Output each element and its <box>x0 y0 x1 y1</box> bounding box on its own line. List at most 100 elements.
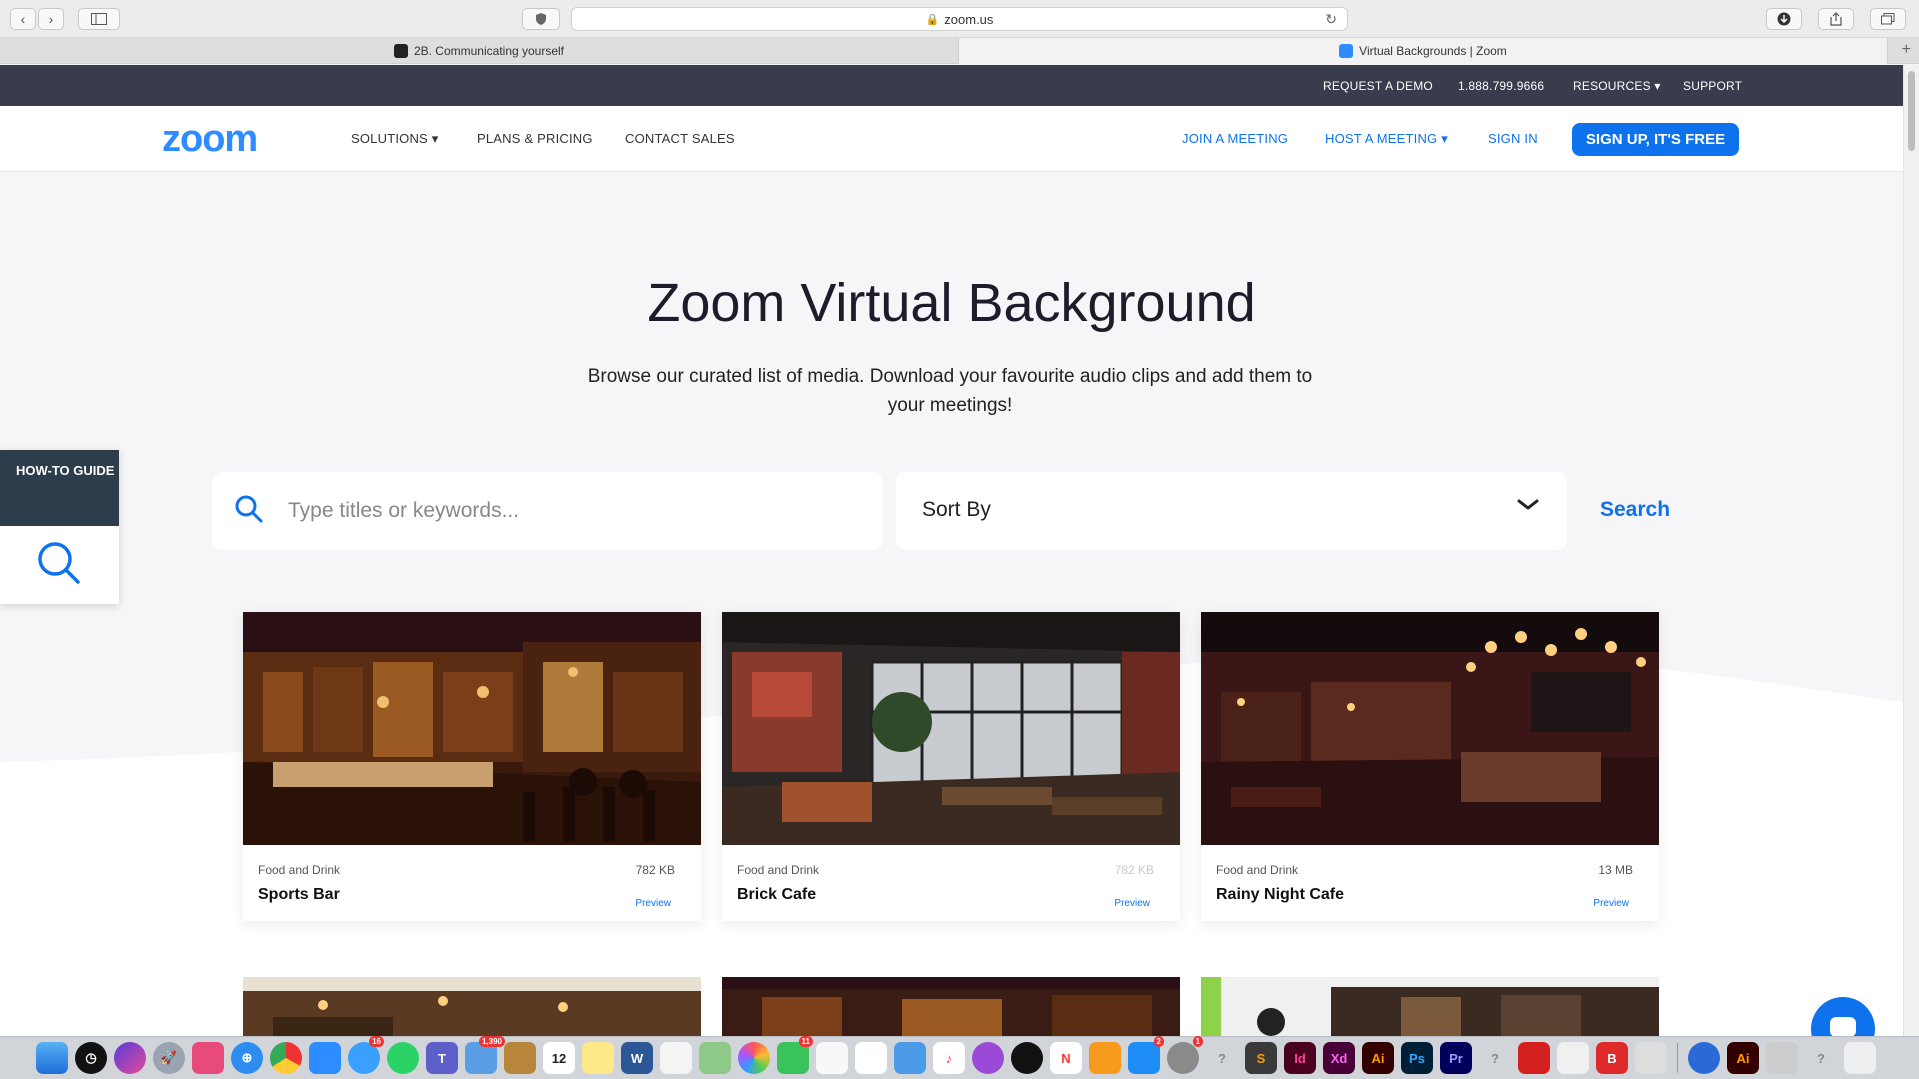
safari-icon[interactable]: ⊕ <box>231 1042 263 1074</box>
zoom-logo[interactable]: zoom <box>162 118 258 161</box>
background-card-thumbnail[interactable] <box>722 977 1180 1036</box>
solutions-label: SOLUTIONS <box>351 131 428 146</box>
unknown-app-icon[interactable]: ? <box>1206 1042 1238 1074</box>
forward-button[interactable]: › <box>38 8 64 30</box>
back-button[interactable]: ‹ <box>10 8 36 30</box>
messages-icon[interactable]: 16 <box>348 1036 384 1074</box>
news-icon[interactable]: N <box>1050 1042 1082 1074</box>
calendar-icon[interactable]: 12 <box>543 1042 575 1074</box>
facetime-icon[interactable]: 11 <box>777 1036 813 1074</box>
contact-sales-link[interactable]: CONTACT SALES <box>625 131 735 146</box>
lock-icon: 🔒 <box>925 13 940 26</box>
resources-menu[interactable]: RESOURCES ▾ <box>1573 79 1661 93</box>
tab-overview-button[interactable] <box>1870 8 1906 30</box>
zoom-favicon-icon <box>1339 44 1354 58</box>
new-tab-icon[interactable]: + <box>1902 41 1911 59</box>
launchpad-icon[interactable]: 🚀 <box>153 1042 185 1074</box>
tab-label: 2B. Communicating yourself <box>413 44 565 58</box>
xd-icon[interactable]: Xd <box>1323 1042 1355 1074</box>
search-icon <box>235 495 263 523</box>
solutions-menu[interactable]: SOLUTIONS ▾ <box>351 131 438 147</box>
apple-tv-icon[interactable] <box>1011 1042 1043 1074</box>
sidebar-toggle-button[interactable] <box>78 8 120 30</box>
chrome-icon[interactable] <box>270 1042 302 1074</box>
downloads-button[interactable] <box>1766 8 1802 30</box>
keynote-icon[interactable] <box>894 1042 926 1074</box>
request-demo-link[interactable]: REQUEST A DEMO <box>1323 79 1433 93</box>
brave-icon[interactable]: B <box>1596 1042 1628 1074</box>
browser-toolbar: ‹ › 🔒 zoom.us ↻ <box>0 0 1919 38</box>
illustrator-doc-icon[interactable]: Ai <box>1727 1042 1759 1074</box>
unknown-app-icon[interactable]: ? <box>1479 1042 1511 1074</box>
join-meeting-link[interactable]: JOIN A MEETING <box>1182 131 1288 146</box>
illustrator-icon[interactable]: Ai <box>1362 1042 1394 1074</box>
siri-icon[interactable] <box>114 1042 146 1074</box>
photoshop-icon[interactable]: Ps <box>1401 1042 1433 1074</box>
numbers-icon[interactable] <box>855 1042 887 1074</box>
search-input[interactable] <box>288 490 858 532</box>
zoom-icon[interactable] <box>309 1042 341 1074</box>
address-bar[interactable]: 🔒 zoom.us ↻ <box>571 7 1348 31</box>
finder-icon[interactable] <box>36 1042 68 1074</box>
scrollbar-thumb[interactable] <box>1908 71 1915 151</box>
whatsapp-icon[interactable] <box>387 1042 419 1074</box>
printer-icon[interactable] <box>1635 1042 1667 1074</box>
brick-cafe-thumbnail[interactable] <box>722 612 1180 845</box>
downloads-stack-icon[interactable] <box>1766 1042 1798 1074</box>
sports-bar-thumbnail[interactable] <box>243 612 701 845</box>
quicktime-icon[interactable] <box>1688 1042 1720 1074</box>
preview-link[interactable]: Preview <box>1114 898 1150 909</box>
app-store-icon[interactable]: 2 <box>1128 1036 1164 1074</box>
system-preferences-icon[interactable]: 1 <box>1167 1036 1203 1074</box>
freeform-icon[interactable] <box>816 1042 848 1074</box>
tabs-icon <box>1881 13 1895 25</box>
word-icon[interactable]: W <box>621 1042 653 1074</box>
how-to-guide-widget[interactable]: HOW-TO GUIDE <box>0 450 119 604</box>
utility-bar: REQUEST A DEMO 1.888.799.9666 RESOURCES … <box>0 65 1903 106</box>
trash-icon[interactable] <box>1844 1042 1876 1074</box>
share-button[interactable] <box>1818 8 1854 30</box>
background-card-thumbnail[interactable] <box>243 977 701 1036</box>
messages-badge: 16 <box>369 1036 384 1047</box>
sort-dropdown[interactable]: Sort By <box>896 472 1567 550</box>
support-link[interactable]: SUPPORT <box>1683 79 1742 93</box>
cleaner-icon[interactable] <box>192 1042 224 1074</box>
sign-up-button[interactable]: SIGN UP, IT'S FREE <box>1572 123 1739 156</box>
reminders-icon[interactable] <box>660 1042 692 1074</box>
indesign-icon[interactable]: Id <box>1284 1042 1316 1074</box>
books-icon[interactable] <box>1089 1042 1121 1074</box>
background-card[interactable]: Food and Drink 13 MB Rainy Night Cafe Pr… <box>1201 612 1659 921</box>
preview-link[interactable]: Preview <box>635 898 671 909</box>
reload-icon[interactable]: ↻ <box>1325 11 1337 28</box>
background-card[interactable]: Food and Drink 782 KB Brick Cafe Preview <box>722 612 1180 921</box>
blocker-icon[interactable] <box>1557 1042 1589 1074</box>
sublime-text-icon[interactable]: S <box>1245 1042 1277 1074</box>
photos-icon[interactable] <box>738 1042 770 1074</box>
phone-link[interactable]: 1.888.799.9666 <box>1458 79 1544 93</box>
teams-icon[interactable]: T <box>426 1042 458 1074</box>
preview-link[interactable]: Preview <box>1593 898 1629 909</box>
chat-bubble-icon <box>1830 1017 1856 1036</box>
music-icon[interactable]: ♪ <box>933 1042 965 1074</box>
background-card-thumbnail[interactable] <box>1201 977 1659 1036</box>
acrobat-icon[interactable] <box>1518 1042 1550 1074</box>
tab-label: Virtual Backgrounds | Zoom <box>1359 44 1507 58</box>
page-scrollbar[interactable] <box>1903 65 1919 1036</box>
unknown-app-icon[interactable]: ? <box>1805 1042 1837 1074</box>
tab-virtual-backgrounds[interactable]: Virtual Backgrounds | Zoom <box>958 38 1888 64</box>
podcasts-icon[interactable] <box>972 1042 1004 1074</box>
contacts-icon[interactable] <box>504 1042 536 1074</box>
notes-icon[interactable] <box>582 1042 614 1074</box>
premiere-icon[interactable]: Pr <box>1440 1042 1472 1074</box>
host-meeting-menu[interactable]: HOST A MEETING ▾ <box>1325 131 1448 147</box>
activity-monitor-icon[interactable]: ◷ <box>75 1042 107 1074</box>
maps-icon[interactable] <box>699 1042 731 1074</box>
tab-communicating[interactable]: 2B. Communicating yourself <box>0 38 958 64</box>
plans-link[interactable]: PLANS & PRICING <box>477 131 593 146</box>
search-button[interactable]: Search <box>1600 498 1670 522</box>
sign-in-link[interactable]: SIGN IN <box>1488 131 1538 146</box>
background-card[interactable]: Food and Drink 782 KB Sports Bar Preview <box>243 612 701 921</box>
privacy-button[interactable] <box>522 8 560 30</box>
rainy-night-cafe-thumbnail[interactable] <box>1201 612 1659 845</box>
mail-icon[interactable]: 1,390 <box>465 1036 505 1074</box>
